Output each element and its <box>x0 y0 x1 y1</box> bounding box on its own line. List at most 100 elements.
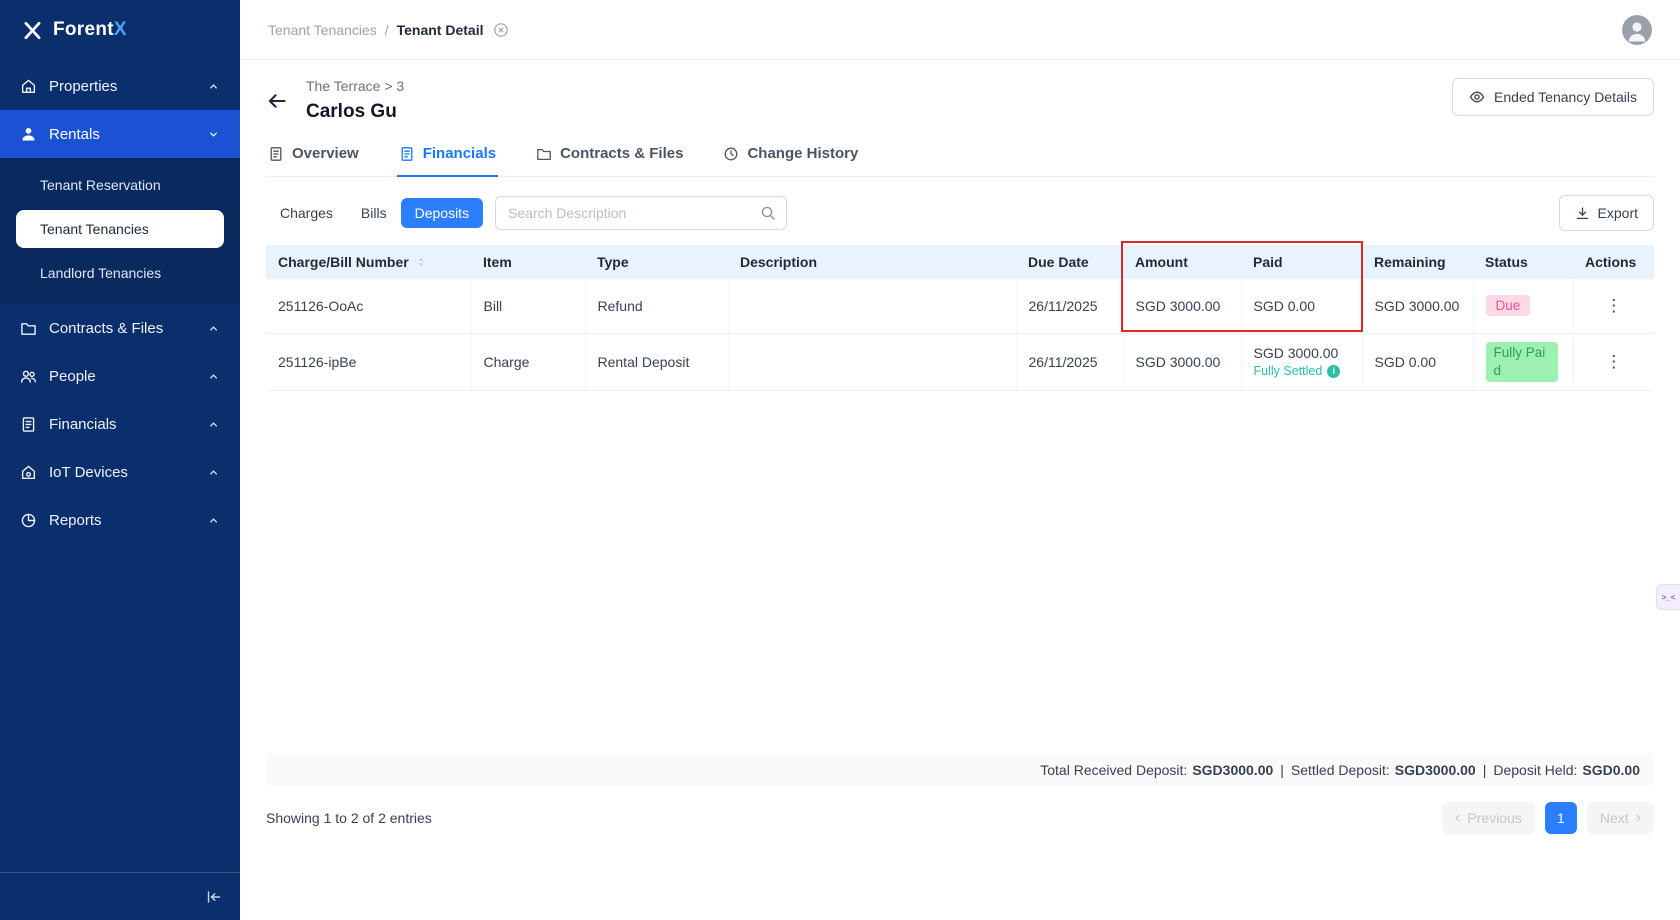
tab-label: Financials <box>423 145 496 162</box>
sidebar-subitem-landlord-tenancies[interactable]: Landlord Tenancies <box>16 254 224 292</box>
tab-label: Contracts & Files <box>560 145 683 162</box>
brand-name-accent: X <box>114 19 127 40</box>
chevron-up-icon <box>207 418 220 431</box>
fully-settled-note: Fully Settled i <box>1254 364 1350 378</box>
due-date-cell: 26/11/2025 <box>1016 333 1123 390</box>
summary-separator: | <box>1483 762 1487 778</box>
smart-home-icon <box>20 464 37 481</box>
summary-value: SGD3000.00 <box>1192 762 1273 778</box>
number-cell: 251126-OoAc <box>266 279 471 333</box>
segment-deposits[interactable]: Deposits <box>401 198 483 228</box>
page-number-button[interactable]: 1 <box>1545 802 1577 834</box>
kebab-menu-icon[interactable]: ⋮ <box>1605 352 1622 371</box>
breadcrumb-separator: / <box>385 22 389 38</box>
property-path: The Terrace > 3 <box>306 78 404 94</box>
summary-label: Settled Deposit: <box>1291 762 1390 778</box>
amount-cell: SGD 3000.00 <box>1123 333 1241 390</box>
column-header-status: Status <box>1473 245 1573 279</box>
chevron-up-icon <box>207 370 220 383</box>
tab-change-history[interactable]: Change History <box>721 135 860 177</box>
chevron-left-icon: ‹ <box>1455 810 1460 826</box>
sidebar: ForentX Properties Rentals Tenant Reserv… <box>0 0 240 920</box>
sidebar-collapse-button[interactable] <box>206 889 222 905</box>
user-avatar[interactable] <box>1622 15 1652 45</box>
table-header-row: Charge/Bill Number Item Type Description… <box>266 245 1654 279</box>
sidebar-subitem-tenant-reservation[interactable]: Tenant Reservation <box>16 166 224 204</box>
page-content: The Terrace > 3 Carlos Gu Ended Tenancy … <box>240 60 1680 920</box>
brand-name: ForentX <box>53 19 127 41</box>
close-tab-icon[interactable] <box>493 22 509 38</box>
previous-label: Previous <box>1467 810 1521 826</box>
kebab-menu-icon[interactable]: ⋮ <box>1605 296 1622 315</box>
chevron-right-icon: › <box>1636 810 1641 826</box>
column-label: Charge/Bill Number <box>278 254 409 270</box>
chevron-up-icon <box>207 466 220 479</box>
sidebar-item-contracts-files[interactable]: Contracts & Files <box>0 304 240 352</box>
sidebar-subitem-tenant-tenancies[interactable]: Tenant Tenancies <box>16 210 224 248</box>
summary-separator: | <box>1280 762 1284 778</box>
brand-name-primary: Forent <box>53 19 114 40</box>
column-header-actions: Actions <box>1573 245 1654 279</box>
sort-icon[interactable] <box>415 256 427 268</box>
folder-icon <box>536 146 552 162</box>
export-button[interactable]: Export <box>1559 195 1654 231</box>
column-header-type: Type <box>585 245 728 279</box>
column-header-number: Charge/Bill Number <box>266 245 471 279</box>
chevron-up-icon <box>207 80 220 93</box>
type-cell: Rental Deposit <box>585 333 728 390</box>
ended-tenancy-details-button[interactable]: Ended Tenancy Details <box>1452 78 1654 116</box>
sidebar-item-iot-devices[interactable]: IoT Devices <box>0 448 240 496</box>
tab-contracts-files[interactable]: Contracts & Files <box>534 135 685 177</box>
tab-financials[interactable]: Financials <box>397 135 498 177</box>
description-cell <box>728 279 1016 333</box>
sidebar-item-financials[interactable]: Financials <box>0 400 240 448</box>
pagination: Showing 1 to 2 of 2 entries ‹ Previous 1… <box>266 802 1654 834</box>
tab-label: Overview <box>292 145 359 162</box>
search-input[interactable] <box>508 205 760 221</box>
column-header-paid: Paid <box>1241 245 1362 279</box>
empty-space <box>266 391 1654 754</box>
deposit-summary-bar: Total Received Deposit: SGD3000.00 | Settle… <box>266 754 1654 786</box>
sidebar-item-reports[interactable]: Reports <box>0 496 240 544</box>
column-header-item: Item <box>471 245 585 279</box>
table-toolbar: Charges Bills Deposits Export <box>266 195 1654 231</box>
paid-cell: SGD 0.00 <box>1241 279 1362 333</box>
search-box <box>495 196 787 230</box>
pie-chart-icon <box>20 512 37 529</box>
avatar-icon <box>1622 15 1652 45</box>
due-date-cell: 26/11/2025 <box>1016 279 1123 333</box>
sidebar-item-properties[interactable]: Properties <box>0 62 240 110</box>
sidebar-item-people[interactable]: People <box>0 352 240 400</box>
chevron-up-icon <box>207 322 220 335</box>
status-badge: Fully Paid <box>1486 342 1558 382</box>
next-label: Next <box>1600 810 1629 826</box>
brand: ForentX <box>0 0 240 60</box>
back-button[interactable] <box>266 90 288 112</box>
paid-cell: SGD 3000.00 Fully Settled i <box>1241 333 1362 390</box>
floating-widget-handle[interactable]: >_< <box>1656 584 1680 610</box>
tab-overview[interactable]: Overview <box>266 135 361 177</box>
download-icon <box>1575 206 1590 221</box>
breadcrumb-current: Tenant Detail <box>397 22 484 38</box>
sidebar-item-label: IoT Devices <box>49 464 128 481</box>
next-page-button[interactable]: Next › <box>1587 802 1654 834</box>
file-lines-icon <box>268 146 284 162</box>
summary-label: Total Received Deposit: <box>1040 762 1187 778</box>
item-cell: Charge <box>471 333 585 390</box>
building-icon <box>20 78 37 95</box>
status-cell: Due <box>1473 279 1573 333</box>
column-header-amount: Amount <box>1123 245 1241 279</box>
breadcrumb-parent[interactable]: Tenant Tenancies <box>268 22 377 38</box>
info-icon[interactable]: i <box>1327 365 1340 378</box>
folder-icon <box>20 320 37 337</box>
sidebar-item-rentals[interactable]: Rentals <box>0 110 240 158</box>
previous-page-button[interactable]: ‹ Previous <box>1442 802 1535 834</box>
remaining-cell: SGD 0.00 <box>1362 333 1473 390</box>
segment-charges[interactable]: Charges <box>266 198 347 228</box>
tab-label: Change History <box>747 145 858 162</box>
summary-label: Deposit Held: <box>1493 762 1577 778</box>
column-header-remaining: Remaining <box>1362 245 1473 279</box>
page-title: Carlos Gu <box>306 101 404 123</box>
segment-bills[interactable]: Bills <box>347 198 401 228</box>
person-icon <box>20 126 37 143</box>
